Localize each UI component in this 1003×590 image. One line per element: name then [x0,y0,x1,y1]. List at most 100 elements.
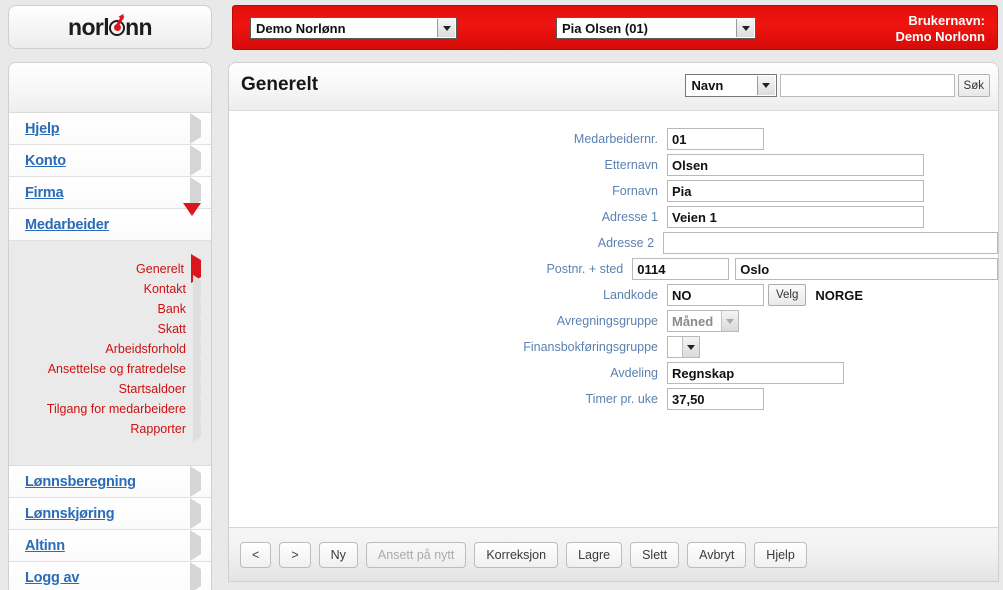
field-row-finansbokforingsgruppe: Finansbokføringsgruppe [229,334,998,360]
slett-button[interactable]: Slett [630,541,680,568]
company-select[interactable]: Demo Norlønn [250,17,457,39]
logo-text-after: nn [125,13,153,40]
sidebar-item-label: Logg av [25,569,80,586]
ny-button[interactable]: Ny [318,541,358,568]
footer-button-bar: < > Ny Ansett på nytt Korreksjon Lagre S… [229,527,998,581]
field-row-fornavn: Fornavn [229,178,998,204]
employee-select[interactable]: Pia Olsen (01) [556,17,756,39]
triangle-down-icon [183,202,201,234]
employee-form: Medarbeidernr. Etternavn Fornavn Adresse… [229,111,998,527]
landkode-input[interactable] [667,284,764,306]
avregningsgruppe-select[interactable]: Måned [667,310,739,332]
field-row-medarbeidernr: Medarbeidernr. [229,126,998,152]
submenu-item-generelt[interactable]: Generelt [9,254,211,283]
medarbeidernr-input[interactable] [667,128,764,150]
dart-target-icon [109,14,126,36]
timer-input[interactable] [667,388,764,410]
field-label: Etternavn [604,158,658,172]
field-row-adresse1: Adresse 1 [229,204,998,230]
field-row-avregningsgruppe: Avregningsgruppe Måned [229,308,998,334]
hjelp-button[interactable]: Hjelp [754,541,807,568]
field-label: Avdeling [610,366,658,380]
sted-input[interactable] [735,258,998,280]
search-area: Navn Søk [684,74,990,97]
submenu-item-skatt[interactable]: Skatt [9,315,211,342]
lagre-button[interactable]: Lagre [566,541,623,568]
triangle-right-icon [190,144,201,176]
field-row-timer-pr-uke: Timer pr. uke [229,386,998,412]
velg-button[interactable]: Velg [768,284,807,306]
next-button[interactable]: > [279,541,311,568]
search-type-value: Navn [691,78,724,93]
main-header: Generelt Navn Søk [229,63,998,111]
field-row-adresse2: Adresse 2 [229,230,998,256]
sidebar-panel: Hjelp Konto Firma Medarbeider Generelt K… [8,62,212,590]
submenu-item-label: Skatt [157,322,187,336]
field-label: Fornavn [612,184,658,198]
triangle-right-icon [193,415,201,442]
company-select-value: Demo Norlønn [256,20,346,36]
sidebar-item-label: Lønnsberegning [25,473,136,490]
sidebar-item-label: Firma [25,184,64,201]
sidebar-item-lonnskjoring[interactable]: Lønnskjøring [9,497,211,530]
avbryt-button[interactable]: Avbryt [687,541,747,568]
chevron-down-icon [756,76,775,95]
sidebar-item-lonnsberegning[interactable]: Lønnsberegning [9,465,211,498]
submenu-item-rapporter[interactable]: Rapporter [9,415,211,442]
submenu-item-tilgang-for-medarbeidere[interactable]: Tilgang for medarbeidere [9,395,211,422]
etternavn-input[interactable] [667,154,924,176]
korreksjon-button[interactable]: Korreksjon [474,541,559,568]
sidebar-item-label: Lønnskjøring [25,505,115,522]
submenu-item-label: Startsaldoer [118,382,186,396]
sidebar-item-altinn[interactable]: Altinn [9,529,211,562]
triangle-right-icon [190,529,201,561]
employee-select-value: Pia Olsen (01) [562,20,648,36]
triangle-right-icon [190,176,201,208]
page-title: Generelt [241,74,319,95]
landkode-country-name: NORGE [815,287,864,303]
sidebar-header [9,63,211,113]
adresse2-input[interactable] [663,232,998,254]
chevron-down-icon [736,19,754,37]
sidebar-item-medarbeider[interactable]: Medarbeider [9,202,211,241]
avregningsgruppe-value: Måned [672,313,714,329]
fornavn-input[interactable] [667,180,924,202]
submenu-item-label: Generelt [136,262,184,276]
sidebar-item-hjelp[interactable]: Hjelp [9,112,211,145]
submenu-item-arbeidsforhold[interactable]: Arbeidsforhold [9,335,211,362]
field-label: Landkode [603,288,658,302]
search-input[interactable] [779,74,955,97]
sidebar-item-logg-av[interactable]: Logg av [9,561,211,590]
finansbokforingsgruppe-select[interactable] [667,336,700,358]
sidebar-item-konto[interactable]: Konto [9,144,211,177]
adresse1-input[interactable] [667,206,924,228]
brand-logo-panel[interactable]: norl nn [8,5,212,49]
submenu-item-ansettelse-og-fratredelse[interactable]: Ansettelse og fratredelse [9,355,211,382]
submenu-item-bank[interactable]: Bank [9,295,211,322]
field-row-etternavn: Etternavn [229,152,998,178]
field-label: Adresse 1 [601,210,658,224]
chevron-down-icon [721,311,738,331]
prev-button[interactable]: < [240,541,272,568]
username-value: Demo Norlonn [895,29,985,44]
chevron-down-icon [437,19,455,37]
sidebar-item-firma[interactable]: Firma [9,176,211,209]
username-display: Brukernavn: Demo Norlonn [895,13,985,45]
logo-text-before: norl [68,13,110,40]
search-button[interactable]: Søk [957,74,990,97]
triangle-right-icon [190,112,201,144]
field-row-landkode: Landkode Velg NORGE [229,282,998,308]
submenu-item-label: Rapporter [130,422,186,436]
submenu-item-label: Ansettelse og fratredelse [47,362,186,376]
field-row-postnr-sted: Postnr. + sted [229,256,998,282]
submenu-item-kontakt[interactable]: Kontakt [9,275,211,302]
avdeling-input[interactable] [667,362,844,384]
triangle-right-icon [190,497,201,529]
triangle-right-icon [190,561,201,590]
application-window: norl nn Demo Norlønn Pia Olsen (01) Bruk… [0,0,1003,590]
submenu-item-startsaldoer[interactable]: Startsaldoer [9,375,211,402]
field-label: Medarbeidernr. [573,132,658,146]
search-type-select[interactable]: Navn [684,74,777,97]
postnr-input[interactable] [632,258,730,280]
field-label: Avregningsgruppe [556,314,658,328]
